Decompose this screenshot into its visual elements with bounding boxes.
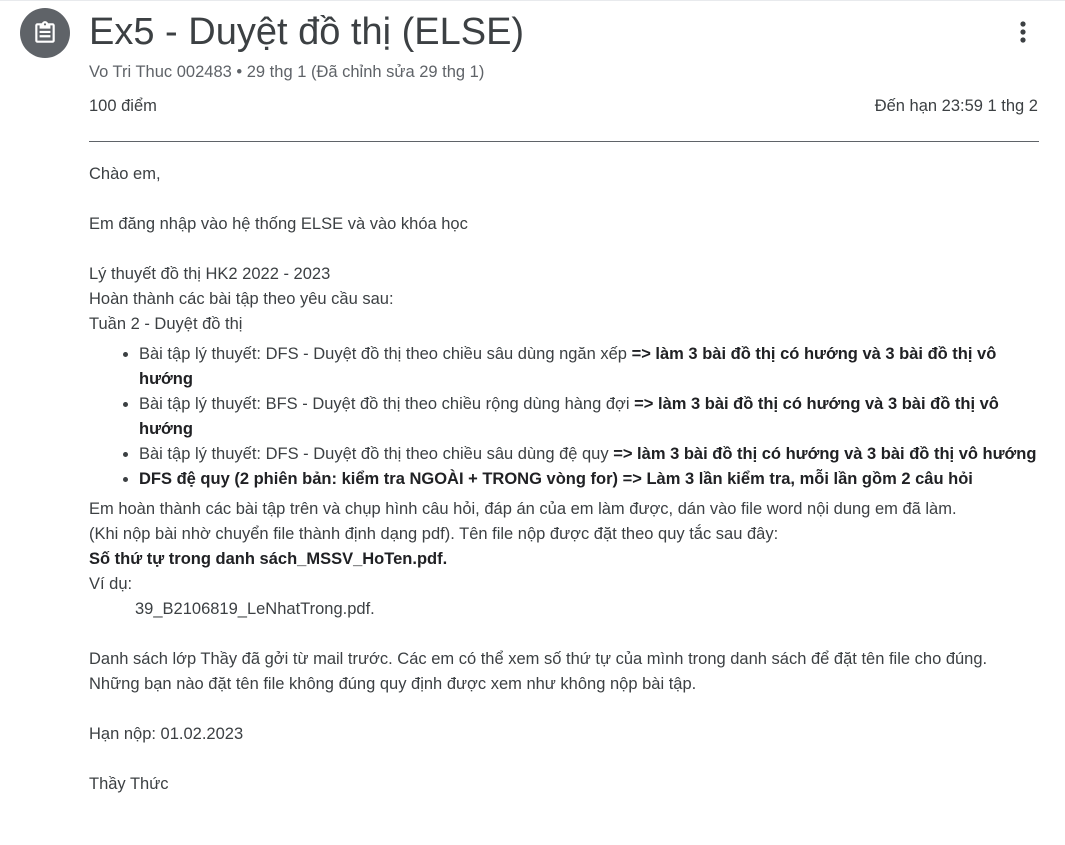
class-list-note: Danh sách lớp Thầy đã gởi từ mail trước.…: [89, 650, 988, 693]
instructions-text: Hoàn thành các bài tập theo yêu cầu sau:: [89, 290, 394, 308]
submit-format: (Khi nộp bài nhờ chuyển file thành định …: [89, 525, 779, 543]
list-item: DFS đệ quy (2 phiên bản: kiểm tra NGOÀI …: [139, 467, 1039, 492]
more-options-button[interactable]: [1003, 12, 1043, 52]
more-vert-icon: [1020, 21, 1026, 43]
filename-rule: Số thứ tự trong danh sách_MSSV_HoTen.pdf…: [89, 550, 448, 568]
course-name: Lý thuyết đồ thị HK2 2022 - 2023: [89, 265, 331, 283]
top-border: [0, 0, 1065, 1]
due-date: Đến hạn 23:59 1 thg 2: [874, 97, 1038, 115]
example-filename: 39_B2106819_LeNhatTrong.pdf.: [135, 600, 375, 618]
greeting: Chào em,: [89, 165, 161, 183]
divider: [89, 141, 1039, 142]
list-item: Bài tập lý thuyết: DFS - Duyệt đồ thị th…: [139, 342, 1039, 392]
example-label: Ví dụ:: [89, 575, 133, 593]
task-list: Bài tập lý thuyết: DFS - Duyệt đồ thị th…: [89, 342, 1039, 492]
assignment-icon: [20, 8, 70, 58]
submit-instructions: Em hoàn thành các bài tập trên và chụp h…: [89, 500, 957, 518]
list-item: Bài tập lý thuyết: BFS - Duyệt đồ thị th…: [139, 392, 1039, 442]
week-title: Tuần 2 - Duyệt đồ thị: [89, 315, 243, 333]
deadline: Hạn nộp: 01.02.2023: [89, 725, 244, 743]
list-item: Bài tập lý thuyết: DFS - Duyệt đồ thị th…: [139, 442, 1039, 467]
intro-text: Em đăng nhập vào hệ thống ELSE và vào kh…: [89, 215, 468, 233]
author-date: Vo Tri Thuc 002483 • 29 thg 1 (Đã chỉnh …: [89, 63, 485, 81]
signature: Thầy Thức: [89, 775, 169, 793]
points: 100 điểm: [89, 97, 157, 115]
clipboard-icon: [35, 21, 55, 43]
assignment-title: Ex5 - Duyệt đồ thị (ELSE): [89, 11, 525, 53]
assignment-description: Chào em, Em đăng nhập vào hệ thống ELSE …: [89, 162, 1039, 797]
